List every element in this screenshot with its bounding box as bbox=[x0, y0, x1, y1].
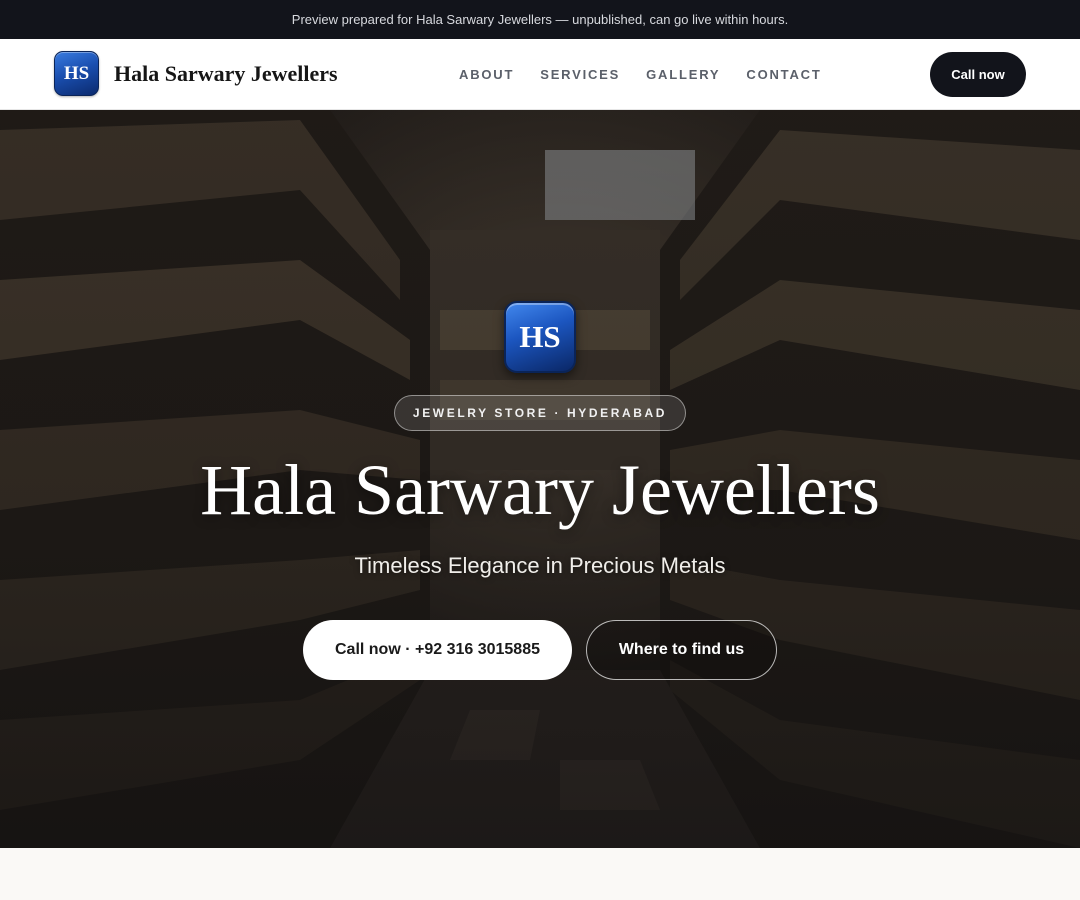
hero-title: Hala Sarwary Jewellers bbox=[200, 450, 880, 530]
nav-link-about[interactable]: ABOUT bbox=[459, 67, 514, 82]
header-call-button[interactable]: Call now bbox=[930, 52, 1026, 97]
hero-section: HS JEWELRY STORE · HYDERABAD Hala Sarwar… bbox=[0, 110, 1080, 848]
hero-call-button[interactable]: Call now · +92 316 3015885 bbox=[303, 620, 572, 680]
preview-banner: Preview prepared for Hala Sarwary Jewell… bbox=[0, 0, 1080, 39]
hero-content: HS JEWELRY STORE · HYDERABAD Hala Sarwar… bbox=[0, 110, 1080, 848]
brand-home-link[interactable]: HS Hala Sarwary Jewellers bbox=[54, 51, 338, 96]
nav-link-gallery[interactable]: GALLERY bbox=[646, 67, 720, 82]
hero-category-badge: JEWELRY STORE · HYDERABAD bbox=[394, 395, 686, 431]
nav-link-services[interactable]: SERVICES bbox=[540, 67, 620, 82]
brand-logo: HS bbox=[54, 51, 99, 96]
hero-logo: HS bbox=[504, 301, 576, 373]
below-hero-section bbox=[0, 848, 1080, 900]
brand-name: Hala Sarwary Jewellers bbox=[114, 60, 338, 86]
hero-subtitle: Timeless Elegance in Precious Metals bbox=[354, 553, 726, 578]
where-to-find-us-button[interactable]: Where to find us bbox=[586, 620, 777, 680]
main-nav: ABOUT SERVICES GALLERY CONTACT bbox=[459, 39, 822, 110]
site-header: HS Hala Sarwary Jewellers ABOUT SERVICES… bbox=[0, 39, 1080, 110]
nav-link-contact[interactable]: CONTACT bbox=[746, 67, 821, 82]
preview-banner-text: Preview prepared for Hala Sarwary Jewell… bbox=[291, 12, 789, 27]
